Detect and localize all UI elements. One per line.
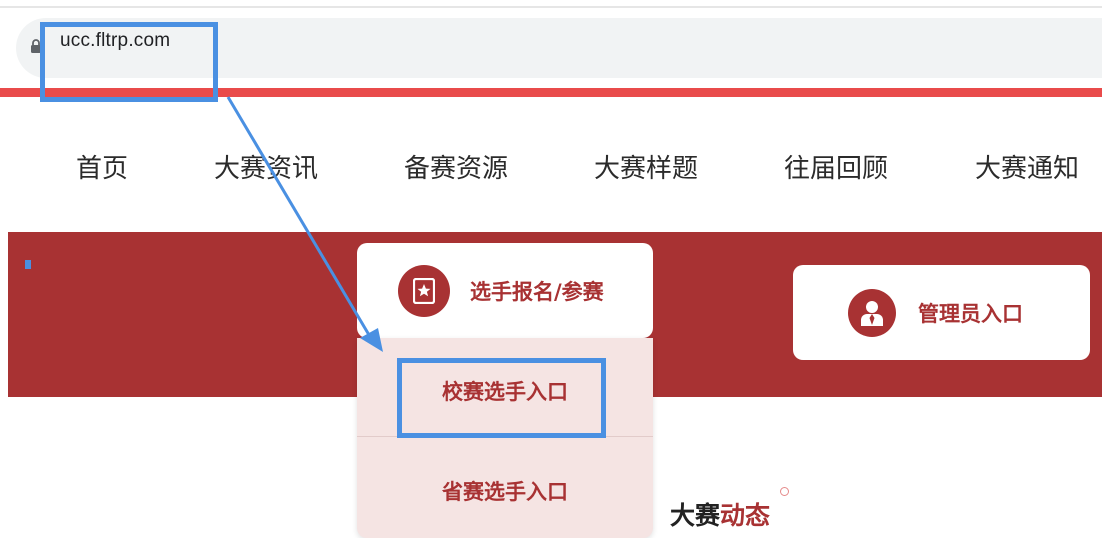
campus-entry-highlight-box [397, 358, 606, 438]
news-section-title: 大赛动态 [670, 496, 770, 532]
bookmark-star-icon [398, 264, 450, 317]
section-title-part1: 大赛 [670, 501, 721, 530]
nav-item-resources[interactable]: 备赛资源 [404, 148, 508, 185]
player-entry-label: 选手报名/参赛 [470, 279, 604, 304]
nav-item-notice[interactable]: 大赛通知 [975, 148, 1079, 185]
nav-item-news[interactable]: 大赛资讯 [214, 148, 318, 185]
user-badge-icon [848, 288, 896, 337]
nav-item-sample-questions[interactable]: 大赛样题 [594, 148, 698, 185]
nav-item-review[interactable]: 往届回顾 [784, 148, 888, 185]
nav-item-home[interactable]: 首页 [76, 148, 128, 185]
section-title-part2: 动态 [720, 501, 771, 530]
window-top-border [0, 6, 1102, 8]
main-nav: 首页 大赛资讯 备赛资源 大赛样题 往届回顾 大赛通知 [0, 148, 1102, 188]
banner-marker [25, 260, 31, 269]
section-decor-circle [780, 487, 789, 496]
url-highlight-box [40, 22, 218, 102]
player-entry-button[interactable]: 选手报名/参赛 [357, 243, 653, 338]
admin-entry-label: 管理员入口 [918, 301, 1023, 326]
admin-entry-button[interactable]: 管理员入口 [793, 265, 1090, 360]
provincial-player-entry-item[interactable]: 省赛选手入口 [357, 476, 653, 506]
